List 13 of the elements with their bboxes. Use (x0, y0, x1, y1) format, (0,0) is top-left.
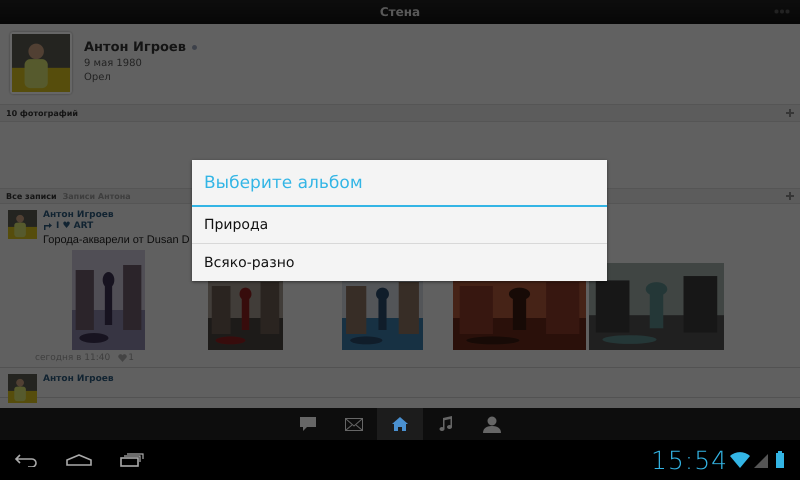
city: Орел (84, 72, 112, 83)
wall-tab[interactable]: Все записи (6, 192, 57, 200)
dialog-title: Выберите альбом (192, 160, 607, 207)
post-author[interactable]: Антон Игроев (43, 374, 792, 384)
album-option[interactable]: Природа (192, 207, 607, 244)
album-option[interactable]: Всяко-разно (192, 244, 607, 281)
profile-name: Антон Игроев (84, 40, 186, 55)
photos-header: 10 фотографий (6, 108, 78, 118)
post-text: Города-акварели от Dusan D (43, 234, 191, 246)
screen-title: Стена (380, 5, 420, 19)
repost-source[interactable]: I ♥ ART (56, 221, 94, 231)
birthday: 9 мая 1980 (84, 58, 143, 69)
clock: 15:54 (650, 446, 728, 474)
